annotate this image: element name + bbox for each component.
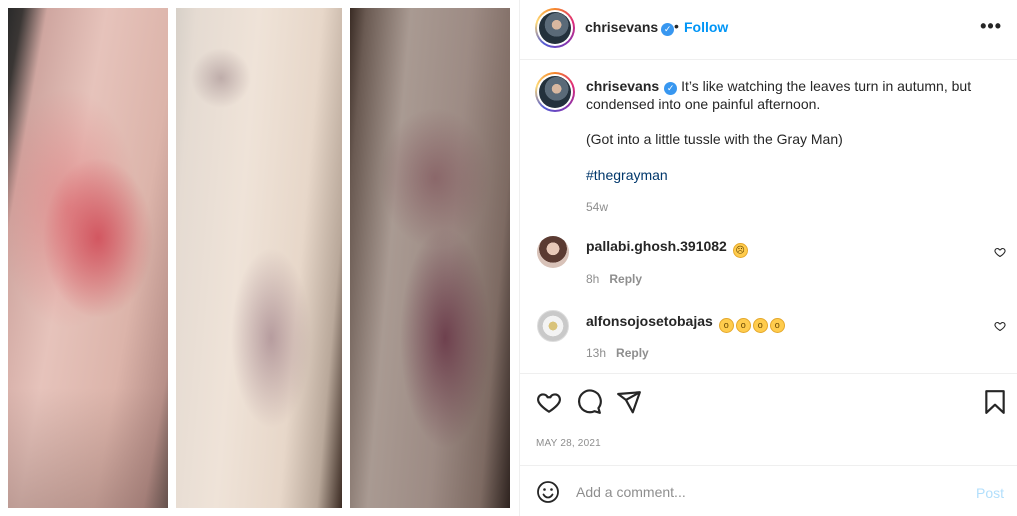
caption-timestamp[interactable]: 54w bbox=[586, 200, 608, 214]
comment-icon[interactable] bbox=[576, 389, 602, 415]
caption: chrisevans ✓ It’s like watching the leave… bbox=[586, 77, 986, 113]
forearm-photo-2 bbox=[176, 8, 342, 508]
follow-button[interactable]: Follow bbox=[684, 19, 728, 35]
comment-timestamp[interactable]: 8h bbox=[586, 272, 599, 286]
comment-timestamp[interactable]: 13h bbox=[586, 346, 606, 360]
comment-username[interactable]: alfonsojosetobajas bbox=[586, 313, 713, 329]
forearm-photo-1 bbox=[8, 8, 168, 508]
comment-like-heart-icon[interactable] bbox=[994, 320, 1006, 332]
add-comment-bar: Post bbox=[520, 465, 1017, 516]
comment-text: pallabi.ghosh.391082 ☹ bbox=[586, 238, 748, 258]
comment-like-heart-icon[interactable] bbox=[994, 246, 1006, 258]
forearm-photo-3 bbox=[350, 8, 510, 508]
caption-paragraph: (Got into a little tussle with the Gray … bbox=[586, 131, 843, 147]
comments-section[interactable]: chrisevans ✓ It’s like watching the leave… bbox=[520, 60, 1017, 374]
add-comment-input[interactable] bbox=[576, 479, 956, 505]
comment-meta: 8h Reply bbox=[586, 272, 642, 286]
caption-text-line1: It’s like watching the leaves turn in au… bbox=[681, 78, 972, 94]
post-comment-button[interactable]: Post bbox=[976, 485, 1004, 501]
surprised-face-emoji-icon: o bbox=[735, 318, 751, 333]
more-options-icon[interactable]: ••• bbox=[980, 16, 1002, 37]
heart-icon[interactable] bbox=[536, 389, 562, 415]
surprised-face-emoji-icon: o bbox=[769, 318, 785, 333]
header-username-link[interactable]: chrisevans ✓ bbox=[585, 19, 675, 37]
comment-avatar[interactable] bbox=[537, 310, 569, 342]
surprised-face-emoji-icon: o bbox=[718, 318, 734, 333]
caption-username[interactable]: chrisevans bbox=[586, 78, 659, 94]
avatar[interactable] bbox=[535, 8, 575, 48]
caption-avatar[interactable] bbox=[535, 72, 575, 112]
post-media[interactable] bbox=[0, 0, 519, 516]
username[interactable]: chrisevans bbox=[585, 19, 658, 35]
hashtag-link[interactable]: #thegrayman bbox=[586, 167, 668, 183]
comment-meta: 13h Reply bbox=[586, 346, 649, 360]
reply-button[interactable]: Reply bbox=[609, 272, 642, 286]
verified-icon: ✓ bbox=[664, 82, 678, 95]
sad-face-emoji-icon: ☹ bbox=[732, 243, 748, 258]
action-bar bbox=[520, 374, 1017, 430]
caption-text-line2: condensed into one painful afternoon. bbox=[586, 96, 821, 112]
comment-text: alfonsojosetobajas oooo bbox=[586, 313, 785, 333]
surprised-face-emoji-icon: o bbox=[752, 318, 768, 333]
verified-icon: ✓ bbox=[661, 23, 675, 36]
smiley-icon[interactable] bbox=[536, 480, 560, 504]
post-date[interactable]: MAY 28, 2021 bbox=[536, 438, 601, 449]
post-sidebar: chrisevans ✓ • Follow ••• chrisevans ✓ It’… bbox=[519, 0, 1017, 516]
comment-avatar[interactable] bbox=[537, 236, 569, 268]
profile-picture bbox=[539, 12, 571, 44]
separator-dot: • bbox=[674, 18, 679, 34]
profile-picture bbox=[539, 76, 571, 108]
bookmark-icon[interactable] bbox=[982, 389, 1008, 415]
reply-button[interactable]: Reply bbox=[616, 346, 649, 360]
paper-plane-icon[interactable] bbox=[616, 389, 642, 415]
comment-username[interactable]: pallabi.ghosh.391082 bbox=[586, 238, 727, 254]
post-header: chrisevans ✓ • Follow ••• bbox=[520, 0, 1017, 60]
